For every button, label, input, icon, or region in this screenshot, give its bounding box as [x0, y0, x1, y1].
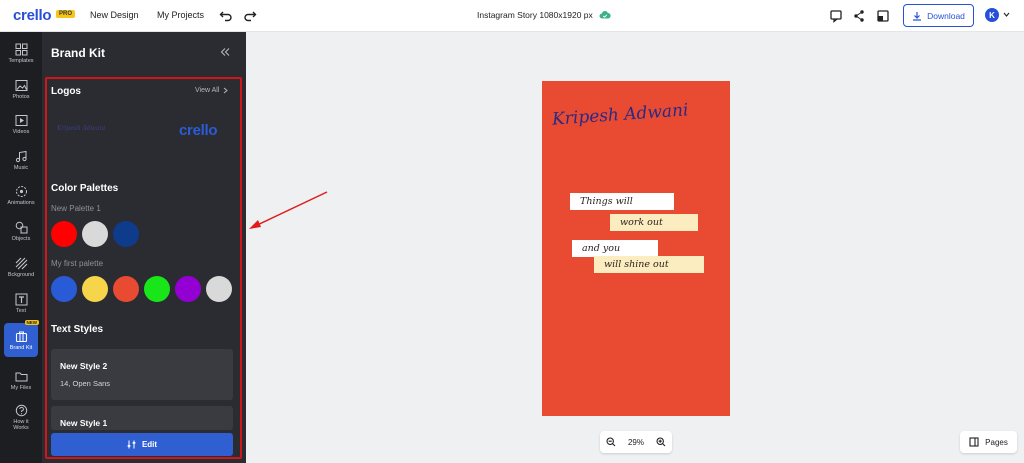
folder-icon: [15, 372, 27, 381]
top-bar: crello PRO New Design My Projects Instag…: [0, 0, 1024, 32]
view-all-link[interactable]: View All: [195, 87, 229, 94]
my-projects-link[interactable]: My Projects: [157, 10, 204, 20]
sidebar-item-label: How it Works: [13, 418, 29, 431]
text-style-meta: 14, Open Sans: [60, 379, 111, 388]
sidebar-item-music[interactable]: Music: [0, 143, 42, 177]
pages-button[interactable]: Pages: [960, 431, 1017, 453]
sidebar-item-label: Objects: [11, 235, 31, 242]
color-swatch[interactable]: [113, 221, 139, 247]
collapse-panel-icon[interactable]: [220, 47, 230, 57]
color-swatch[interactable]: [51, 276, 77, 302]
zoom-out-icon[interactable]: [606, 437, 616, 447]
music-icon: [15, 150, 27, 162]
edit-label: Edit: [141, 440, 158, 449]
help-icon: [15, 404, 27, 416]
color-swatch[interactable]: [175, 276, 201, 302]
resize-icon[interactable]: [876, 9, 890, 23]
palette-name[interactable]: My first palette: [51, 259, 103, 268]
color-swatch[interactable]: [51, 221, 77, 247]
document-title[interactable]: Instagram Story 1080x1920 px: [477, 10, 593, 20]
design-canvas[interactable]: Kripesh Adwani Things will work out and …: [542, 81, 730, 416]
color-palettes-title: Color Palettes: [51, 183, 119, 194]
annotation-arrow: [249, 191, 328, 229]
download-icon: [913, 11, 922, 21]
sidebar-item-label: Photos: [12, 93, 30, 100]
pages-icon: [969, 437, 979, 447]
view-all-label: View All: [195, 87, 220, 94]
text-styles-title: Text Styles: [51, 324, 104, 335]
sidebar-item-label: Bckground: [7, 271, 35, 278]
text-style-card[interactable]: New Style 2 14, Open Sans: [51, 349, 233, 400]
text-style-name: New Style 1: [60, 418, 108, 428]
text-style-card[interactable]: New Style 1: [51, 406, 233, 430]
sidebar-item-label: Templates: [8, 57, 34, 64]
animations-icon: [15, 185, 27, 197]
edit-button[interactable]: Edit: [51, 433, 233, 456]
sidebar-item-label: Music: [13, 164, 29, 171]
comment-icon[interactable]: [829, 9, 843, 23]
sidebar-item-animations[interactable]: Animations: [0, 178, 42, 212]
canvas-text-line[interactable]: Things will: [570, 193, 674, 210]
redo-icon[interactable]: [243, 8, 257, 22]
canvas-text-line[interactable]: and you: [572, 240, 658, 257]
logo-signature[interactable]: Kripesh Adwani: [57, 125, 105, 132]
brand-kit-panel: Brand Kit Logos View All Kripesh Adwani …: [42, 32, 246, 463]
crello-logo[interactable]: crello: [13, 7, 52, 24]
canvas-text-line[interactable]: work out: [610, 214, 698, 231]
chevron-down-icon[interactable]: [1003, 12, 1010, 17]
sidebar-item-label: Videos: [12, 128, 30, 135]
sidebar-item-background[interactable]: Bckground: [0, 250, 42, 284]
zoom-level[interactable]: 29%: [628, 438, 644, 447]
brand-kit-icon: [15, 331, 27, 342]
pro-badge: PRO: [56, 10, 76, 18]
color-swatch[interactable]: [113, 276, 139, 302]
sidebar-item-photos[interactable]: Photos: [0, 72, 42, 106]
templates-icon: [15, 43, 27, 55]
sidebar-item-videos[interactable]: Videos: [0, 107, 42, 141]
text-icon: [15, 293, 27, 305]
avatar[interactable]: K: [985, 8, 999, 22]
zoom-in-icon[interactable]: [656, 437, 666, 447]
sidebar-item-label: Text: [15, 307, 27, 314]
color-swatch[interactable]: [206, 276, 232, 302]
sidebar-item-templates[interactable]: Templates: [0, 36, 42, 70]
text-style-name: New Style 2: [60, 361, 108, 371]
canvas-signature[interactable]: Kripesh Adwani: [551, 100, 689, 129]
color-swatch[interactable]: [82, 276, 108, 302]
cloud-saved-icon: [599, 10, 611, 19]
sidebar-item-brand-kit[interactable]: NEW Brand Kit: [4, 320, 39, 357]
sliders-icon: [127, 440, 136, 449]
chevron-right-icon: [224, 87, 229, 94]
sidebar-item-label: Animations: [7, 199, 35, 206]
undo-icon[interactable]: [219, 8, 233, 22]
photos-icon: [15, 79, 27, 91]
download-button[interactable]: Download: [903, 4, 974, 27]
canvas-text-line[interactable]: will shine out: [594, 256, 704, 273]
logo-wordmark[interactable]: crello: [179, 122, 218, 139]
palette-name[interactable]: New Palette 1: [51, 204, 101, 213]
sidebar-item-label: My Files: [10, 384, 32, 391]
sidebar-rail: Templates Photos Videos Music Animations…: [0, 32, 42, 463]
color-swatch[interactable]: [144, 276, 170, 302]
new-design-button[interactable]: New Design: [90, 10, 139, 20]
sidebar-item-my-files[interactable]: My Files: [0, 363, 42, 397]
objects-icon: [15, 221, 27, 233]
new-badge: NEW: [24, 320, 39, 325]
panel-title: Brand Kit: [51, 46, 105, 60]
sidebar-item-how-it-works[interactable]: How it Works: [0, 397, 42, 437]
sidebar-item-text[interactable]: Text: [0, 286, 42, 320]
videos-icon: [15, 114, 27, 126]
sidebar-item-objects[interactable]: Objects: [0, 214, 42, 248]
color-swatch[interactable]: [82, 221, 108, 247]
download-label: Download: [927, 10, 965, 21]
pages-label: Pages: [985, 437, 1008, 447]
background-icon: [15, 257, 27, 269]
sidebar-item-label: Brand Kit: [9, 344, 33, 351]
logos-title: Logos: [51, 86, 81, 97]
zoom-controls: 29%: [600, 431, 672, 453]
share-icon[interactable]: [852, 9, 866, 23]
